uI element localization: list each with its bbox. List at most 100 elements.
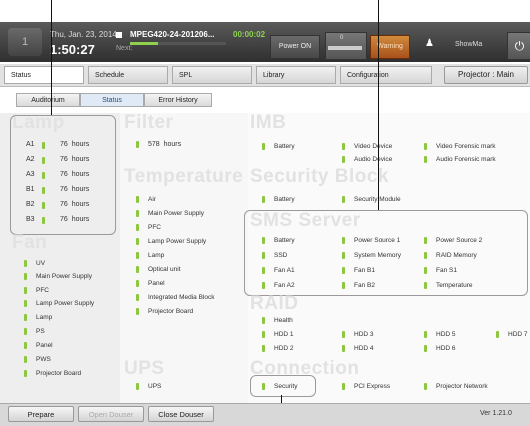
temperature-item: Panel (148, 280, 165, 287)
status-led (424, 143, 427, 150)
status-led (136, 280, 139, 287)
status-led (496, 331, 499, 338)
ups-item: UPS (148, 383, 162, 390)
temperature-title: Temperature (124, 166, 244, 187)
ups-title: UPS (124, 358, 165, 379)
temperature-item: Optical unit (148, 266, 181, 273)
fan-item: PFC (36, 287, 49, 294)
clip-name: MPEG420-24-201206... (130, 30, 215, 39)
tab-status[interactable]: Status (4, 66, 84, 84)
temperature-item: Integrated Media Block (148, 294, 215, 301)
imb-title: IMB (250, 112, 287, 133)
fan-title: Fan (12, 232, 48, 253)
fan-item: Main Power Supply (36, 273, 92, 280)
status-led (424, 156, 427, 163)
status-led (24, 314, 27, 321)
power-status-button[interactable]: Power ON (270, 35, 320, 59)
close-douser-button[interactable]: Close Douser (148, 406, 214, 422)
fan-item: PWS (36, 356, 51, 363)
connection-item: PCI Express (354, 383, 391, 390)
clip-time: 00:00:02 (233, 30, 266, 39)
tab-spl[interactable]: SPL (172, 66, 252, 84)
status-led (342, 383, 345, 390)
fan-item: Panel (36, 342, 53, 349)
status-led (342, 345, 345, 352)
subtab-error-history[interactable]: Error History (144, 93, 212, 107)
connection-item: Projector Network (436, 383, 488, 390)
status-led (136, 196, 139, 203)
raid-item: HDD 1 (274, 331, 294, 338)
sms-server-callout-box (244, 210, 528, 296)
status-led (424, 345, 427, 352)
fan-item: Lamp (36, 314, 53, 321)
meter-value: 0 (340, 35, 344, 41)
next-label: Next: (116, 45, 133, 52)
status-led (24, 260, 27, 267)
status-led (24, 287, 27, 294)
security-block-item: Battery (274, 196, 295, 203)
warning-button[interactable]: Warning (370, 35, 410, 59)
imb-item: Audio Device (354, 156, 393, 163)
subtab-auditorium[interactable]: Auditorium (16, 93, 80, 107)
status-led (136, 266, 139, 273)
raid-item: Health (274, 317, 293, 324)
status-led (136, 383, 139, 390)
raid-item: HDD 7 (508, 331, 528, 338)
user-name[interactable]: ShowMa (455, 41, 482, 48)
status-led (24, 328, 27, 335)
status-led (136, 238, 139, 245)
status-led (24, 300, 27, 307)
status-led (136, 224, 139, 231)
temperature-item: Air (148, 196, 156, 203)
temperature-item: Main Power Supply (148, 210, 204, 217)
status-led (342, 331, 345, 338)
imb-item: Video Forensic mark (436, 143, 496, 150)
filter-hours: 578 hours (148, 141, 182, 148)
status-led (136, 308, 139, 315)
open-douser-button[interactable]: Open Douser (78, 406, 144, 422)
status-led (262, 331, 265, 338)
projector-select-button[interactable]: Projector : Main (444, 66, 528, 84)
filter-title: Filter (124, 112, 174, 133)
callout-line (51, 0, 52, 115)
raid-item: HDD 6 (436, 345, 456, 352)
raid-item: HDD 4 (354, 345, 374, 352)
tab-library[interactable]: Library (256, 66, 336, 84)
security-block-title: Security Block (250, 166, 389, 187)
fan-item: PS (36, 328, 45, 335)
imb-item: Battery (274, 143, 295, 150)
imb-item: Audio Forensic mark (436, 156, 496, 163)
stop-icon (116, 32, 122, 38)
status-led (342, 196, 345, 203)
status-led (24, 273, 27, 280)
status-led (136, 210, 139, 217)
power-icon[interactable]: ⏻ (507, 32, 530, 60)
prepare-button[interactable]: Prepare (8, 406, 74, 422)
raid-item: HDD 5 (436, 331, 456, 338)
status-led (136, 141, 139, 148)
subtab-status[interactable]: Status (80, 93, 144, 107)
version-label: Ver 1.21.0 (480, 410, 512, 417)
status-led (24, 370, 27, 377)
status-led (424, 331, 427, 338)
raid-title: RAID (250, 293, 299, 314)
tab-schedule[interactable]: Schedule (88, 66, 168, 84)
callout-line (378, 0, 379, 210)
imb-item: Video Device (354, 143, 393, 150)
temperature-item: Projector Board (148, 308, 194, 315)
status-led (262, 345, 265, 352)
status-led (136, 294, 139, 301)
status-led (342, 156, 345, 163)
fan-item: UV (36, 260, 46, 267)
security-callout-box (250, 375, 316, 397)
status-led (262, 196, 265, 203)
meter-bar (328, 46, 362, 50)
tab-configuration[interactable]: Configuration (340, 66, 432, 84)
status-led (262, 317, 265, 324)
temperature-item: Lamp (148, 252, 165, 259)
screen-number-icon[interactable]: 1 (8, 28, 42, 56)
raid-item: HDD 3 (354, 331, 374, 338)
status-led (262, 143, 265, 150)
status-led (24, 342, 27, 349)
raid-item: HDD 2 (274, 345, 294, 352)
